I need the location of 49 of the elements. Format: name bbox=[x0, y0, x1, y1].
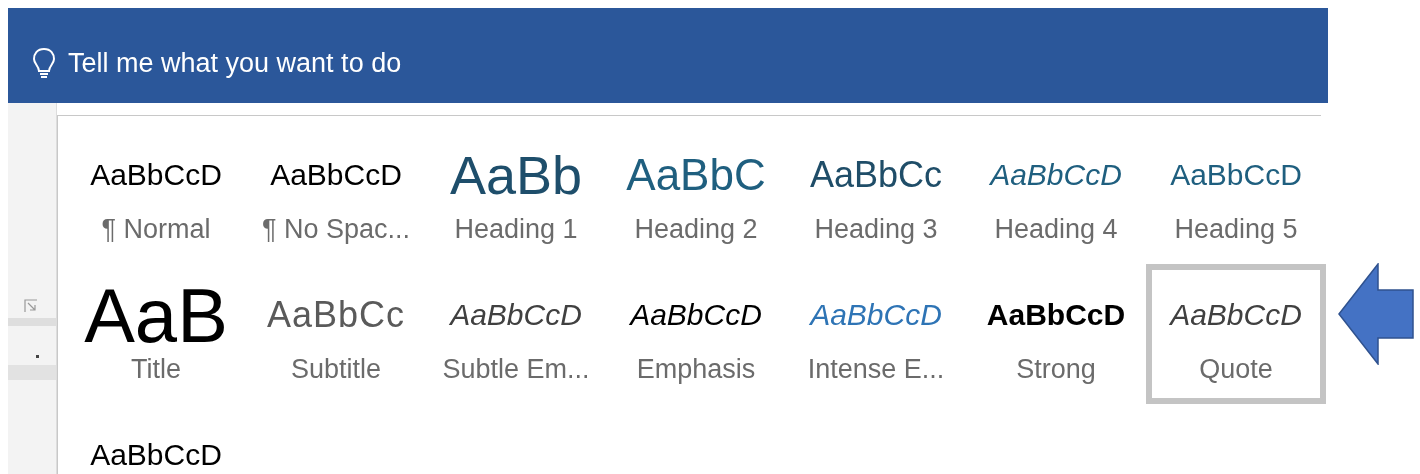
style-label: Title bbox=[131, 354, 181, 385]
style-preview: AaBbCcD bbox=[990, 157, 1122, 193]
style-item[interactable]: AaBbCcD Intense E... bbox=[786, 264, 966, 404]
style-label: Heading 2 bbox=[634, 214, 758, 245]
style-preview: AaBbCcD bbox=[270, 157, 402, 193]
style-preview: AaBbC bbox=[626, 149, 766, 201]
style-label: Heading 4 bbox=[994, 214, 1118, 245]
style-preview: AaBbCcD bbox=[630, 297, 762, 333]
style-item[interactable]: AaBbC Heading 2 bbox=[606, 124, 786, 264]
style-item[interactable]: AaBbCcD Subtle Em... bbox=[426, 264, 606, 404]
style-item[interactable]: AaBbCcD Strong bbox=[966, 264, 1146, 404]
style-label: Emphasis bbox=[636, 354, 756, 385]
style-label: Heading 3 bbox=[814, 214, 938, 245]
style-preview: AaBbCcD bbox=[810, 297, 942, 333]
style-label: ¶ Normal bbox=[101, 214, 211, 245]
style-item[interactable]: AaB Title bbox=[66, 264, 246, 404]
style-label: ¶ No Spac... bbox=[261, 214, 411, 245]
style-preview: AaBbCcD bbox=[450, 297, 582, 333]
style-label: Heading 5 bbox=[1174, 214, 1298, 245]
dialog-launcher-icon[interactable] bbox=[24, 299, 38, 313]
style-preview: AaBbCcD bbox=[90, 157, 222, 193]
style-item[interactable]: AaBbCcD Quote bbox=[1146, 264, 1326, 404]
lightbulb-icon bbox=[32, 46, 56, 81]
style-preview: AaBbCcD bbox=[1170, 157, 1302, 193]
style-preview: AaBbCcD bbox=[986, 297, 1126, 333]
style-label: Subtle Em... bbox=[442, 354, 590, 385]
style-label: Subtitle bbox=[290, 354, 382, 385]
style-item[interactable]: AaBbCcD ¶ No Spac... bbox=[246, 124, 426, 264]
tell-me-field[interactable]: Tell me what you want to do bbox=[32, 46, 670, 81]
style-preview: AaBbCcD bbox=[90, 437, 222, 473]
style-preview: AaB bbox=[84, 280, 228, 350]
style-item[interactable]: AaBbCc Subtitle bbox=[246, 264, 426, 404]
style-label: Strong bbox=[1016, 354, 1096, 385]
style-preview: AaBb bbox=[449, 144, 583, 207]
style-preview: AaBbCcD bbox=[1170, 297, 1302, 333]
style-preview: AaBbCc bbox=[266, 293, 406, 337]
style-label: Quote bbox=[1199, 354, 1273, 385]
style-item[interactable]: AaBbCcD ¶ Normal bbox=[66, 124, 246, 264]
style-item[interactable]: AaBbCcD Heading 5 bbox=[1146, 124, 1326, 264]
ruler-mark-icon bbox=[36, 355, 39, 358]
style-item[interactable]: AaBbCcD Heading 4 bbox=[966, 124, 1146, 264]
style-item[interactable]: AaBbCc Heading 3 bbox=[786, 124, 966, 264]
left-arrow-icon bbox=[1338, 263, 1414, 365]
style-item[interactable]: AaBbCcD bbox=[66, 404, 246, 474]
style-item[interactable]: AaBb Heading 1 bbox=[426, 124, 606, 264]
style-label: Intense E... bbox=[807, 354, 945, 385]
style-label: Heading 1 bbox=[454, 214, 578, 245]
style-preview: AaBbCc bbox=[809, 153, 943, 197]
style-item[interactable]: AaBbCcD Emphasis bbox=[606, 264, 786, 404]
